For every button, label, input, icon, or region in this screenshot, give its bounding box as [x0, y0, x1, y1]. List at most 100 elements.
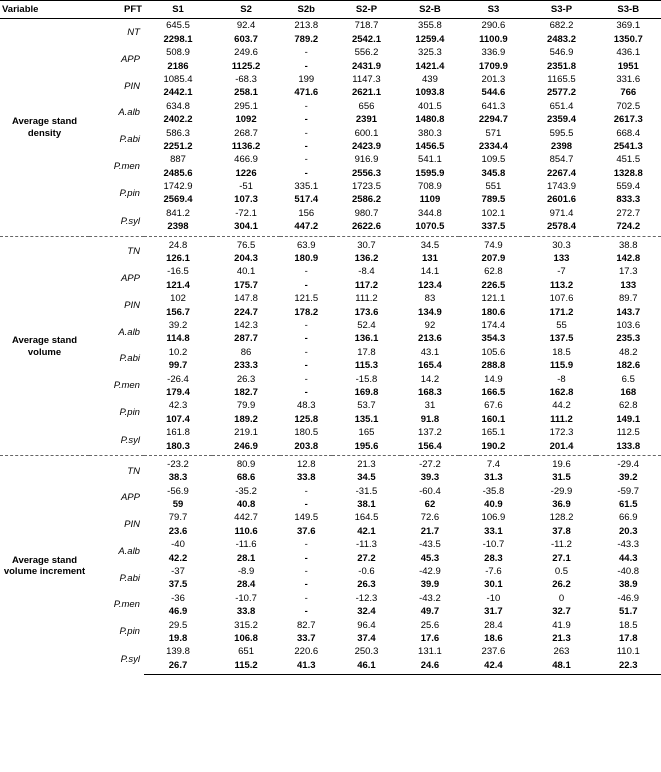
- data-cell: 156: [280, 207, 332, 220]
- data-cell: 219.1: [212, 426, 280, 439]
- data-cell: 766: [596, 86, 661, 99]
- data-cell: -56.9: [144, 485, 212, 498]
- table-row: APP-56.9-35.2--31.5-60.4-35.8-29.9-59.7: [0, 485, 661, 498]
- data-cell: 92.4: [212, 19, 280, 33]
- data-cell: 235.3: [596, 332, 661, 345]
- data-cell: 544.6: [459, 86, 527, 99]
- data-cell: 36.9: [527, 498, 595, 511]
- data-cell: 724.2: [596, 220, 661, 236]
- data-cell: 2483.2: [527, 33, 595, 46]
- data-cell: 571: [459, 127, 527, 140]
- data-cell: -16.5: [144, 265, 212, 278]
- data-cell: 96.4: [332, 619, 400, 632]
- data-cell: 1709.9: [459, 60, 527, 73]
- data-cell: 112.5: [596, 426, 661, 439]
- data-cell: 51.7: [596, 605, 661, 618]
- table-header: VariablePFTS1S2S2bS2-PS2-BS3S3-PS3-B: [0, 1, 661, 19]
- pft-cell: P.men: [89, 373, 144, 400]
- data-cell: -: [280, 565, 332, 578]
- data-cell: 125.8: [280, 413, 332, 426]
- data-cell: -: [280, 46, 332, 59]
- data-cell: 1421.4: [401, 60, 460, 73]
- header-row: VariablePFTS1S2S2bS2-PS2-BS3S3-PS3-B: [0, 1, 661, 19]
- data-cell: 980.7: [332, 207, 400, 220]
- data-cell: 1328.8: [596, 167, 661, 180]
- table-row: P.abi10.286-17.843.1105.618.548.2: [0, 346, 661, 359]
- data-cell: -: [280, 167, 332, 180]
- data-cell: -: [280, 153, 332, 166]
- data-cell: 136.2: [332, 252, 400, 265]
- data-cell: 28.3: [459, 552, 527, 565]
- data-cell: 102: [144, 292, 212, 305]
- data-cell: 19.6: [527, 455, 595, 471]
- data-cell: 651.4: [527, 100, 595, 113]
- data-cell: 213.6: [401, 332, 460, 345]
- data-cell: 841.2: [144, 207, 212, 220]
- data-cell: -59.7: [596, 485, 661, 498]
- data-cell: 62.8: [596, 399, 661, 412]
- data-cell: 272.7: [596, 207, 661, 220]
- data-cell: 2186: [144, 60, 212, 73]
- data-cell: 67.6: [459, 399, 527, 412]
- data-cell: -: [280, 319, 332, 332]
- pft-cell: P.men: [89, 592, 144, 619]
- data-cell: 201.4: [527, 440, 595, 456]
- data-cell: -40.8: [596, 565, 661, 578]
- pft-cell: P.abi: [89, 346, 144, 373]
- data-cell: -68.3: [212, 73, 280, 86]
- data-cell: 586.3: [144, 127, 212, 140]
- data-cell: 139.8: [144, 645, 212, 658]
- data-cell: 165.4: [401, 359, 460, 372]
- data-cell: 268.7: [212, 127, 280, 140]
- data-cell: 1100.9: [459, 33, 527, 46]
- data-cell: 86: [212, 346, 280, 359]
- data-cell: 26.2: [527, 578, 595, 591]
- data-cell: 133: [527, 252, 595, 265]
- data-cell: 18.5: [527, 346, 595, 359]
- data-cell: 114.8: [144, 332, 212, 345]
- data-cell: 42.4: [459, 659, 527, 675]
- data-cell: 137.2: [401, 426, 460, 439]
- data-cell: -8.4: [332, 265, 400, 278]
- data-cell: 2541.3: [596, 140, 661, 153]
- data-cell: 44.3: [596, 552, 661, 565]
- data-cell: 2442.1: [144, 86, 212, 99]
- data-cell: -: [280, 386, 332, 399]
- data-cell: 180.3: [144, 440, 212, 456]
- data-cell: 2601.6: [527, 193, 595, 206]
- data-cell: 1350.7: [596, 33, 661, 46]
- data-cell: 111.2: [332, 292, 400, 305]
- data-cell: 190.2: [459, 440, 527, 456]
- data-cell: -: [280, 140, 332, 153]
- data-cell: -8: [527, 373, 595, 386]
- data-cell: 80.9: [212, 455, 280, 471]
- data-cell: 68.6: [212, 471, 280, 484]
- data-cell: 237.6: [459, 645, 527, 658]
- data-cell: 2351.8: [527, 60, 595, 73]
- data-cell: 27.2: [332, 552, 400, 565]
- data-cell: -: [280, 538, 332, 551]
- data-cell: 165.1: [459, 426, 527, 439]
- data-cell: 39.2: [144, 319, 212, 332]
- data-cell: 79.9: [212, 399, 280, 412]
- data-cell: -37: [144, 565, 212, 578]
- data-cell: 38.3: [144, 471, 212, 484]
- data-cell: 79.7: [144, 511, 212, 524]
- data-cell: 121.1: [459, 292, 527, 305]
- data-cell: -12.3: [332, 592, 400, 605]
- table-row: P.syl841.2-72.1156980.7344.8102.1971.427…: [0, 207, 661, 220]
- data-cell: 1226: [212, 167, 280, 180]
- data-cell: 355.8: [401, 19, 460, 33]
- pft-cell: TN: [89, 455, 144, 484]
- table-row: P.abi-37-8.9--0.6-42.9-7.60.5-40.8: [0, 565, 661, 578]
- data-cell: 466.9: [212, 153, 280, 166]
- data-cell: 123.4: [401, 279, 460, 292]
- data-cell: 14.2: [401, 373, 460, 386]
- data-cell: 263: [527, 645, 595, 658]
- data-cell: 37.4: [332, 632, 400, 645]
- data-cell: 40.1: [212, 265, 280, 278]
- pft-cell: P.abi: [89, 565, 144, 592]
- data-cell: 682.2: [527, 19, 595, 33]
- data-cell: 600.1: [332, 127, 400, 140]
- data-cell: 126.1: [144, 252, 212, 265]
